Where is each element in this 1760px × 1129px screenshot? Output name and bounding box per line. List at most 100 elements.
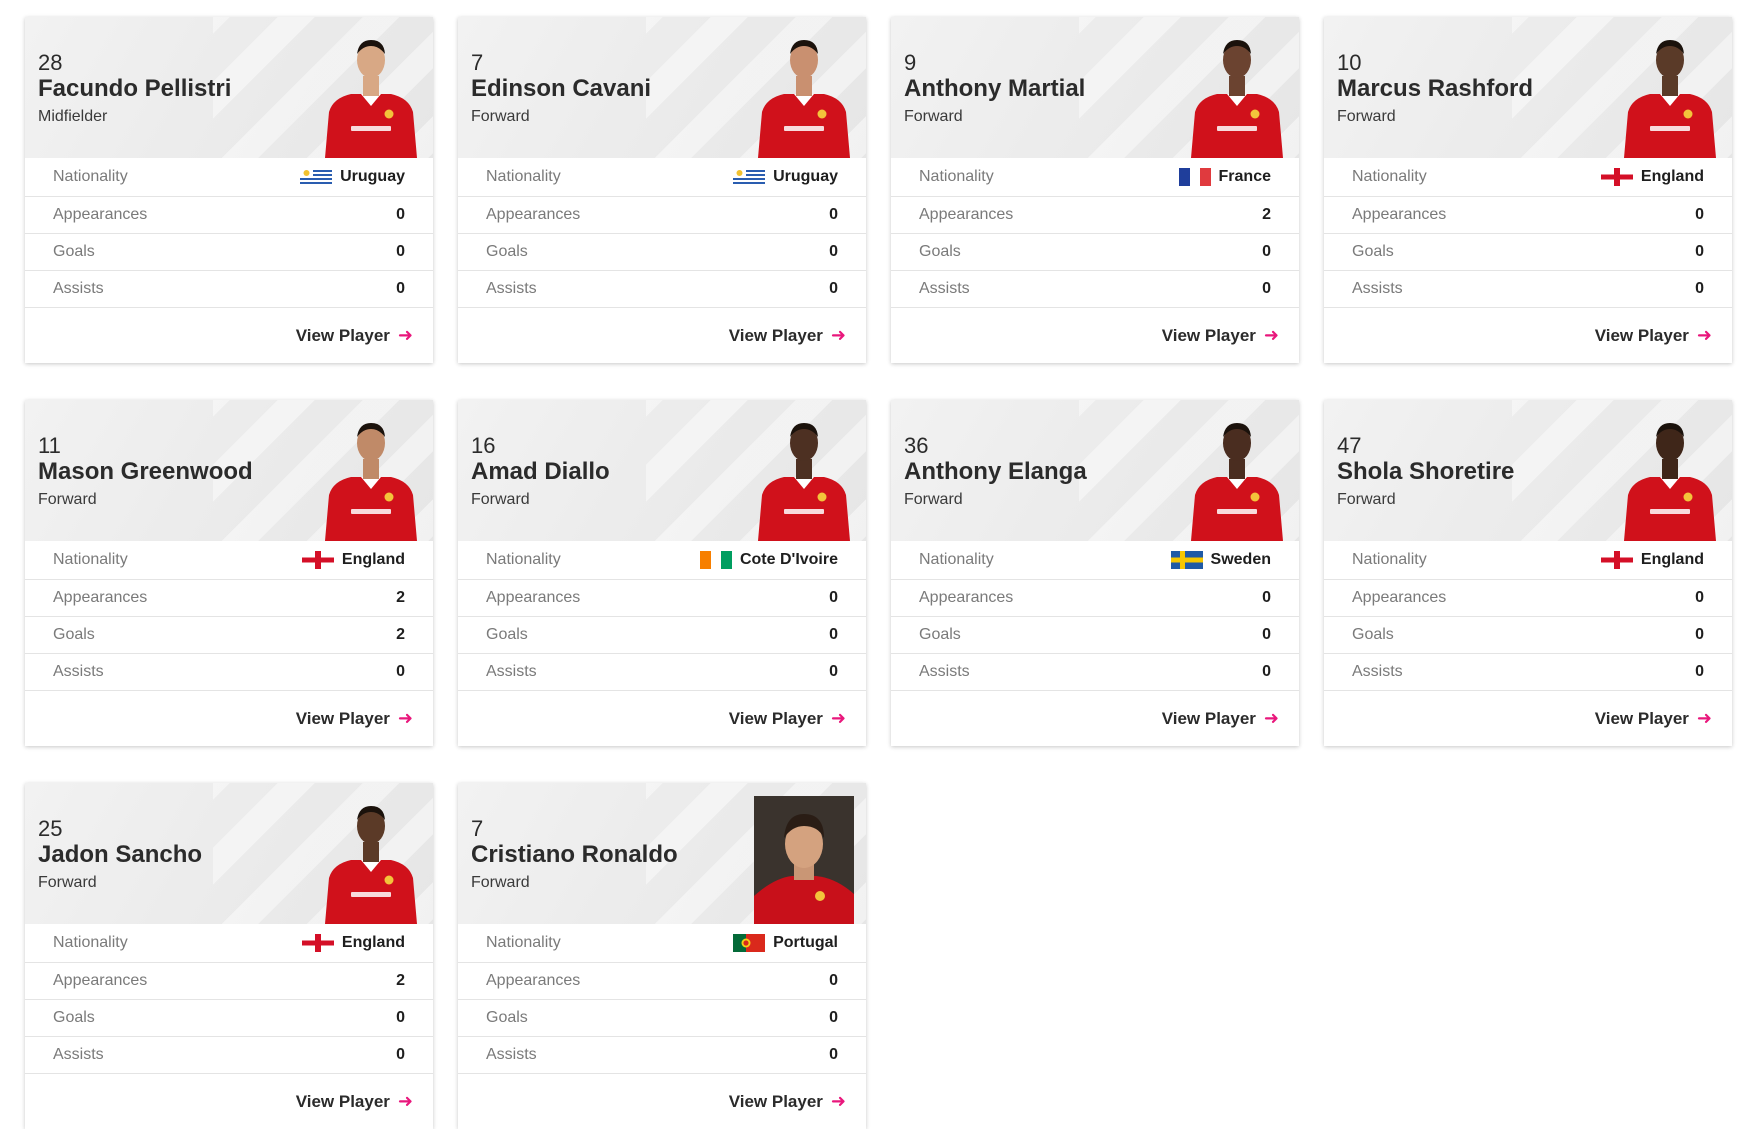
assists-label: Assists bbox=[919, 280, 970, 297]
player-name[interactable]: Anthony Martial bbox=[904, 75, 1085, 103]
nationality-value: Uruguay bbox=[733, 168, 838, 186]
nationality-row: Nationality Portugal bbox=[458, 924, 866, 963]
goals-value: 0 bbox=[396, 1009, 405, 1026]
player-card[interactable]: 10 Marcus Rashford Forward Nationality Engla… bbox=[1324, 17, 1732, 363]
appearances-label: Appearances bbox=[53, 589, 148, 606]
goals-label: Goals bbox=[53, 1009, 95, 1026]
player-card-header: 28 Facundo Pellistri Midfielder bbox=[25, 17, 433, 158]
goals-label: Goals bbox=[1352, 243, 1394, 260]
goals-value: 0 bbox=[829, 1009, 838, 1026]
goals-row: Goals 0 bbox=[458, 617, 866, 654]
nationality-value: Portugal bbox=[733, 934, 838, 952]
player-card[interactable]: 25 Jadon Sancho Forward Nationality England A… bbox=[25, 783, 433, 1129]
view-player-link[interactable]: View Player ➜ bbox=[296, 708, 413, 729]
player-card[interactable]: 28 Facundo Pellistri Midfielder Nationality… bbox=[25, 17, 433, 363]
shirt-number: 25 bbox=[38, 816, 63, 841]
england-flag-icon bbox=[1600, 168, 1633, 186]
nationality-row: Nationality Sweden bbox=[891, 541, 1299, 580]
goals-row: Goals 0 bbox=[891, 234, 1299, 271]
appearances-label: Appearances bbox=[486, 589, 581, 606]
view-player-link[interactable]: View Player ➜ bbox=[1595, 708, 1712, 729]
assists-label: Assists bbox=[53, 663, 104, 680]
nationality-label: Nationality bbox=[486, 934, 561, 951]
player-position: Forward bbox=[904, 108, 963, 125]
player-stats: Nationality England Appearances 0 Goals 0 Assi… bbox=[1324, 158, 1732, 308]
view-player-link[interactable]: View Player ➜ bbox=[296, 325, 413, 346]
goals-row: Goals 0 bbox=[458, 234, 866, 271]
player-name[interactable]: Cristiano Ronaldo bbox=[471, 841, 678, 869]
player-card[interactable]: 7 Cristiano Ronaldo Forward Nationality Port… bbox=[458, 783, 866, 1129]
player-photo bbox=[321, 413, 421, 541]
appearances-label: Appearances bbox=[486, 972, 581, 989]
nationality-label: Nationality bbox=[486, 551, 561, 568]
nationality-row: Nationality Uruguay bbox=[25, 158, 433, 197]
player-position: Forward bbox=[471, 108, 530, 125]
view-player-link[interactable]: View Player ➜ bbox=[1162, 325, 1279, 346]
player-card[interactable]: 9 Anthony Martial Forward Nationality France… bbox=[891, 17, 1299, 363]
player-card-header: 36 Anthony Elanga Forward bbox=[891, 400, 1299, 541]
view-player-label: View Player bbox=[728, 1091, 823, 1111]
player-card-header: 7 Edinson Cavani Forward bbox=[458, 17, 866, 158]
appearances-label: Appearances bbox=[486, 206, 581, 223]
goals-value: 2 bbox=[396, 626, 405, 643]
nationality-value: England bbox=[1600, 551, 1704, 569]
player-position: Forward bbox=[38, 491, 97, 508]
nationality-row: Nationality Uruguay bbox=[458, 158, 866, 197]
player-card-header: 7 Cristiano Ronaldo Forward bbox=[458, 783, 866, 924]
player-name[interactable]: Anthony Elanga bbox=[904, 458, 1087, 486]
arrow-right-icon: ➜ bbox=[830, 1091, 846, 1111]
appearances-label: Appearances bbox=[1352, 206, 1447, 223]
player-card[interactable]: 11 Mason Greenwood Forward Nationality Engla… bbox=[25, 400, 433, 746]
player-name[interactable]: Jadon Sancho bbox=[38, 841, 202, 869]
player-photo bbox=[321, 796, 421, 924]
assists-row: Assists 0 bbox=[458, 271, 866, 308]
nationality-value: Sweden bbox=[1170, 551, 1271, 569]
player-position: Forward bbox=[1337, 108, 1396, 125]
nationality-text: Uruguay bbox=[773, 168, 838, 185]
player-card[interactable]: 16 Amad Diallo Forward Nationality Cote D'Iv… bbox=[458, 400, 866, 746]
appearances-row: Appearances 0 bbox=[458, 197, 866, 234]
player-name[interactable]: Mason Greenwood bbox=[38, 458, 253, 486]
goals-value: 0 bbox=[829, 243, 838, 260]
view-player-link[interactable]: View Player ➜ bbox=[729, 708, 846, 729]
appearances-label: Appearances bbox=[919, 589, 1014, 606]
shirt-number: 36 bbox=[904, 433, 929, 458]
assists-row: Assists 0 bbox=[891, 654, 1299, 691]
view-player-link[interactable]: View Player ➜ bbox=[729, 325, 846, 346]
assists-row: Assists 0 bbox=[458, 654, 866, 691]
view-player-link[interactable]: View Player ➜ bbox=[1595, 325, 1712, 346]
view-player-link[interactable]: View Player ➜ bbox=[729, 1091, 846, 1112]
player-card[interactable]: 36 Anthony Elanga Forward Nationality Sweden… bbox=[891, 400, 1299, 746]
view-player-link[interactable]: View Player ➜ bbox=[1162, 708, 1279, 729]
view-player-row: View Player ➜ bbox=[25, 308, 433, 363]
player-position: Forward bbox=[471, 874, 530, 891]
appearances-value: 0 bbox=[396, 206, 405, 223]
appearances-value: 0 bbox=[1695, 206, 1704, 223]
goals-row: Goals 0 bbox=[25, 1000, 433, 1037]
player-name[interactable]: Facundo Pellistri bbox=[38, 75, 231, 103]
shirt-number: 47 bbox=[1337, 433, 1362, 458]
player-name[interactable]: Edinson Cavani bbox=[471, 75, 651, 103]
appearances-row: Appearances 0 bbox=[25, 197, 433, 234]
player-photo bbox=[1187, 30, 1287, 158]
player-card[interactable]: 47 Shola Shoretire Forward Nationality Engla… bbox=[1324, 400, 1732, 746]
assists-label: Assists bbox=[1352, 663, 1403, 680]
nationality-text: England bbox=[341, 551, 405, 568]
player-name[interactable]: Amad Diallo bbox=[471, 458, 610, 486]
view-player-row: View Player ➜ bbox=[1324, 308, 1732, 363]
player-stats: Nationality Portugal Appearances 0 Goals 0 Ass… bbox=[458, 924, 866, 1074]
player-position: Forward bbox=[904, 491, 963, 508]
player-name[interactable]: Shola Shoretire bbox=[1337, 458, 1514, 486]
assists-value: 0 bbox=[1262, 663, 1271, 680]
assists-label: Assists bbox=[486, 663, 537, 680]
nationality-text: Cote D'Ivoire bbox=[739, 551, 838, 568]
nationality-label: Nationality bbox=[53, 551, 128, 568]
arrow-right-icon: ➜ bbox=[1263, 708, 1279, 728]
goals-value: 0 bbox=[1695, 243, 1704, 260]
appearances-value: 0 bbox=[1695, 589, 1704, 606]
player-name[interactable]: Marcus Rashford bbox=[1337, 75, 1533, 103]
view-player-link[interactable]: View Player ➜ bbox=[296, 1091, 413, 1112]
shirt-number: 7 bbox=[471, 50, 484, 75]
player-photo bbox=[754, 413, 854, 541]
player-card[interactable]: 7 Edinson Cavani Forward Nationality Uruguay… bbox=[458, 17, 866, 363]
